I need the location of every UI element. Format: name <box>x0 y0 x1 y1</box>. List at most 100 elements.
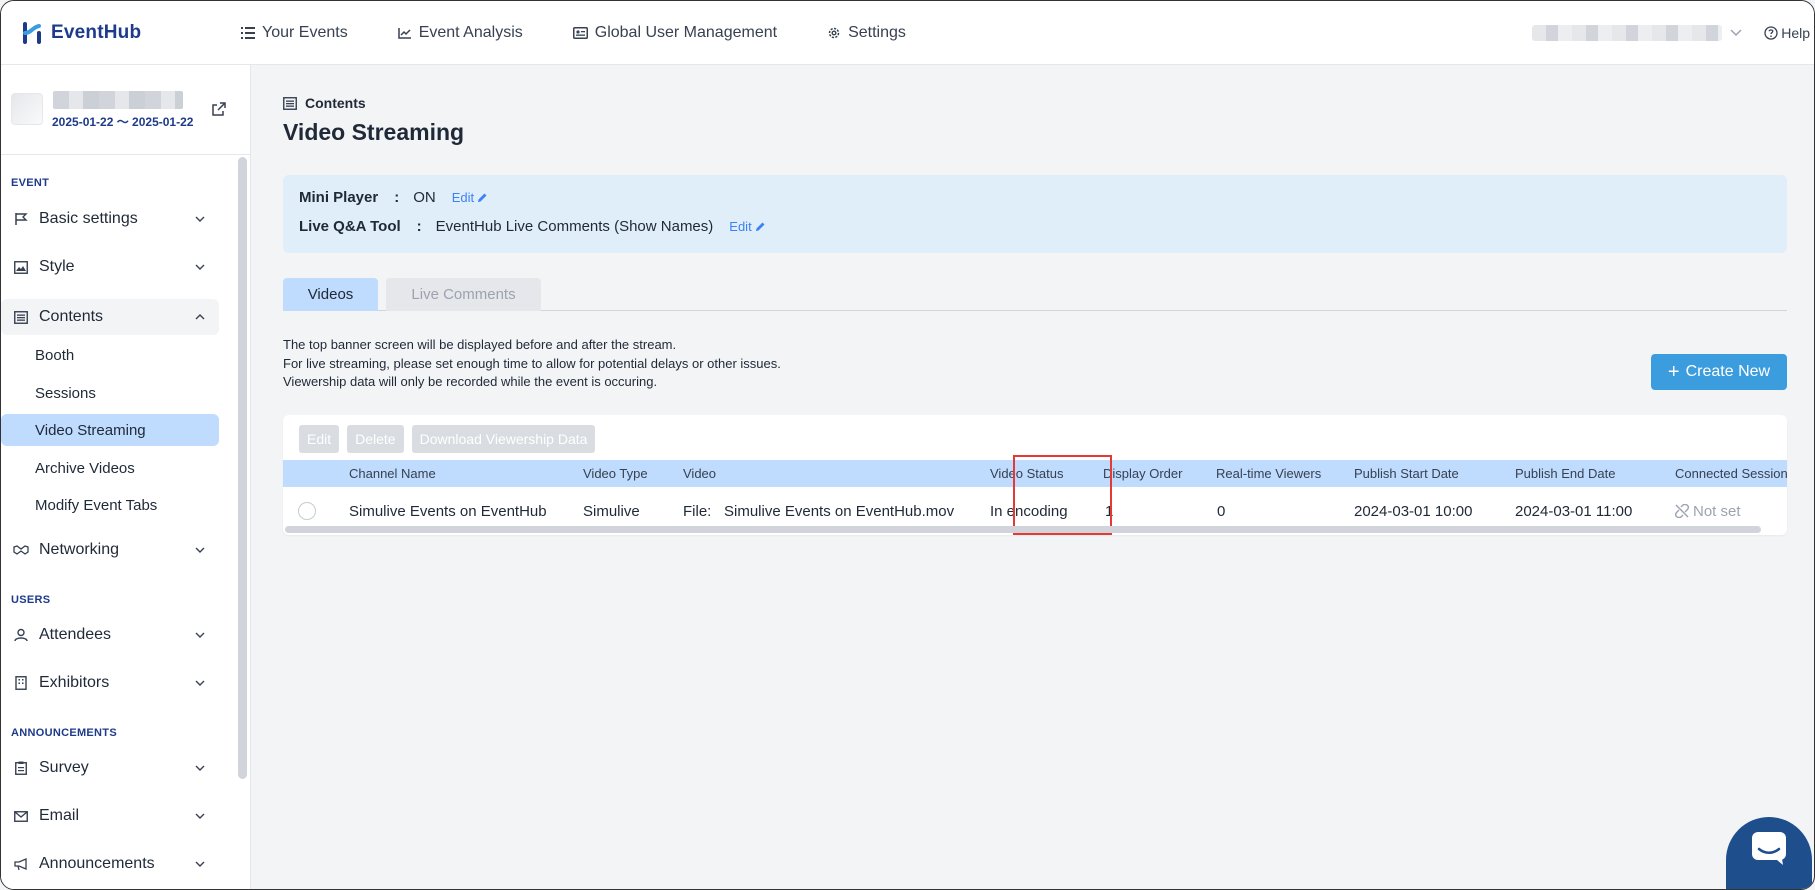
chart-icon <box>397 27 411 39</box>
envelope-icon <box>13 810 29 822</box>
note-line: Viewership data will only be recorded wh… <box>283 374 658 389</box>
edit-button[interactable]: Edit <box>299 425 340 453</box>
qa-tool-row: Live Q&A Tool : EventHub Live Comments (… <box>299 218 766 235</box>
sidebar-item-basic-settings[interactable]: Basic settings <box>1 201 219 237</box>
external-link-icon[interactable] <box>211 101 227 117</box>
sidebar-item-exhibitors[interactable]: Exhibitors <box>1 665 219 701</box>
megaphone-icon <box>13 857 29 871</box>
col-channel-name: Channel Name <box>349 466 436 481</box>
event-dates: 2025-01-22 〜 2025-01-22 <box>52 115 194 129</box>
breadcrumb-label: Contents <box>305 95 366 111</box>
sidebar-item-label: Style <box>39 258 75 275</box>
colon: : <box>416 218 422 235</box>
sidebar-item-attendees[interactable]: Attendees <box>1 617 219 653</box>
sidebar-subitem-video-streaming[interactable]: Video Streaming <box>1 414 219 446</box>
nav-event-analysis[interactable]: Event Analysis <box>397 23 523 42</box>
chevron-down-icon[interactable] <box>1730 28 1742 37</box>
sidebar-subitem-booth[interactable]: Booth <box>1 339 219 371</box>
sidebar-item-label: Email <box>39 807 80 824</box>
settings-info-box: Mini Player : ON Edit Live Q&A Tool : Ev… <box>283 175 1787 253</box>
create-new-button[interactable]: + Create New <box>1651 354 1787 390</box>
tab-videos[interactable]: Videos <box>283 278 378 311</box>
chevron-down-icon <box>195 861 205 867</box>
col-publish-end: Publish End Date <box>1515 466 1616 481</box>
content-tabs: Videos Live Comments <box>283 278 1787 311</box>
sidebar-item-style[interactable]: Style <box>1 249 219 285</box>
section-label-users: USERS <box>11 594 51 606</box>
nav-your-events[interactable]: Your Events <box>241 24 348 42</box>
event-thumbnail <box>11 93 43 125</box>
event-name <box>53 91 183 109</box>
sidebar-subitem-modify-event-tabs[interactable]: Modify Event Tabs <box>1 489 219 521</box>
mini-player-row: Mini Player : ON Edit <box>299 189 488 206</box>
table-toolbar: Edit Delete Download Viewership Data <box>299 425 603 453</box>
col-display-order: Display Order <box>1103 466 1183 481</box>
section-label-announcements: ANNOUNCEMENTS <box>11 727 117 739</box>
col-realtime-viewers: Real-time Viewers <box>1216 466 1322 481</box>
user-menu[interactable] <box>1532 24 1723 41</box>
chevron-down-icon <box>195 632 205 638</box>
col-publish-start: Publish Start Date <box>1354 466 1459 481</box>
chevron-down-icon <box>195 813 205 819</box>
sidebar-item-label: Contents <box>39 308 104 325</box>
nav-global-user-management[interactable]: Global User Management <box>572 24 777 42</box>
table-horizontal-scrollbar[interactable] <box>285 526 1761 533</box>
gear-icon <box>828 27 840 38</box>
edit-qa-tool-link[interactable]: Edit <box>729 219 765 234</box>
pencil-icon <box>755 222 765 231</box>
sidebar-item-contents[interactable]: Contents <box>1 299 219 335</box>
note-line: For live streaming, please set enough ti… <box>283 355 781 371</box>
download-viewership-button[interactable]: Download Viewership Data <box>411 425 596 453</box>
videos-table: Edit Delete Download Viewership Data Cha… <box>283 415 1787 535</box>
sidebar-item-label: Basic settings <box>39 210 138 227</box>
edit-label: Edit <box>729 219 752 234</box>
sidebar-item-label: Networking <box>39 541 120 558</box>
top-nav: EventHub Your Events Event Analysis Glob… <box>1 1 1814 65</box>
user-icon <box>13 628 29 642</box>
tab-live-comments[interactable]: Live Comments <box>386 278 541 311</box>
id-card-icon <box>572 26 588 39</box>
document-list-icon <box>283 96 297 110</box>
delete-button[interactable]: Delete <box>347 425 404 453</box>
help-link[interactable]: Help <box>1764 25 1810 41</box>
mini-player-label: Mini Player <box>299 189 379 206</box>
clipboard-icon <box>13 761 29 775</box>
document-list-icon <box>13 310 29 324</box>
plus-icon: + <box>1667 361 1680 383</box>
row-select-radio[interactable] <box>298 502 316 520</box>
broken-link-icon <box>1675 504 1689 518</box>
notes: The top banner screen will be displayed … <box>283 336 781 392</box>
sidebar: 2025-01-22 〜 2025-01-22 EVENT Basic sett… <box>1 65 251 889</box>
pencil-icon <box>478 193 487 202</box>
breadcrumb: Contents <box>283 95 366 111</box>
event-card: 2025-01-22 〜 2025-01-22 <box>1 65 250 155</box>
edit-label: Edit <box>451 190 475 205</box>
sidebar-item-label: Announcements <box>39 855 155 872</box>
sidebar-item-survey[interactable]: Survey <box>1 750 219 786</box>
chevron-up-icon <box>195 314 205 320</box>
image-icon <box>13 260 29 274</box>
connected-sessions-value: Not set <box>1693 502 1741 520</box>
list-icon <box>241 26 255 39</box>
logo-text: EventHub <box>51 21 142 43</box>
sidebar-subitem-sessions[interactable]: Sessions <box>1 377 219 409</box>
eventhub-logo-icon <box>21 21 45 45</box>
question-circle-icon <box>1764 25 1778 40</box>
col-video-type: Video Type <box>583 466 648 481</box>
sidebar-subitem-archive-videos[interactable]: Archive Videos <box>1 452 219 484</box>
sidebar-item-announcements[interactable]: Announcements <box>1 846 219 882</box>
create-new-label: Create New <box>1685 363 1771 380</box>
edit-mini-player-link[interactable]: Edit <box>452 190 488 205</box>
sidebar-item-email[interactable]: Email <box>1 798 219 834</box>
sidebar-item-networking[interactable]: Networking <box>1 532 219 568</box>
mini-player-value: ON <box>413 189 436 206</box>
nav-label: Settings <box>848 23 906 41</box>
nav-label: Event Analysis <box>418 23 523 41</box>
nav-settings[interactable]: Settings <box>827 24 906 42</box>
logo[interactable]: EventHub <box>21 21 211 45</box>
sidebar-scrollbar[interactable] <box>238 157 247 779</box>
note-line: The top banner screen will be displayed … <box>283 337 677 352</box>
section-label-event: EVENT <box>11 177 50 189</box>
app-window: EventHub Your Events Event Analysis Glob… <box>0 0 1815 890</box>
chevron-down-icon <box>195 680 205 686</box>
